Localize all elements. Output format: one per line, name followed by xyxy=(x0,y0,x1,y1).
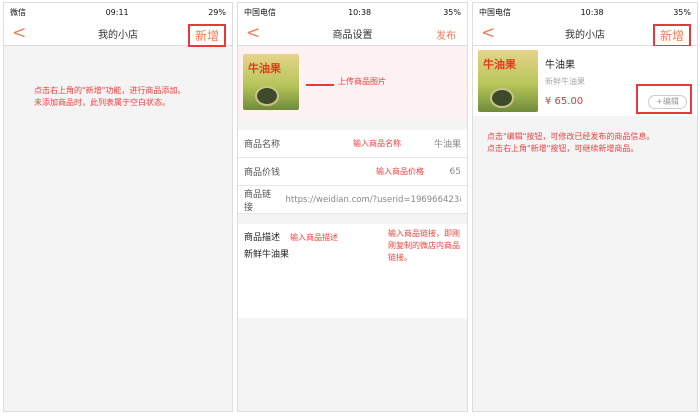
battery: 35% xyxy=(673,7,691,17)
carrier: 微信 xyxy=(10,7,26,17)
status-bar: 微信 09:11 29% xyxy=(4,3,232,21)
back-icon[interactable]: < xyxy=(12,24,26,42)
page-title: 我的小店 xyxy=(565,29,605,41)
note-line: 未添加商品时，此列表属于空白状态。 xyxy=(34,98,170,107)
product-name: 牛油果 xyxy=(545,60,575,71)
time: 09:11 xyxy=(105,7,129,17)
nav-bar: < 我的小店 新增 xyxy=(473,21,697,47)
screen-empty-shop: 微信 09:11 29% < 我的小店 新增 点击右上角的"新增"功能，进行商品添加… xyxy=(3,2,233,412)
link-row[interactable]: 商品链接 https://weidian.com/?userid=19696642… xyxy=(238,186,467,214)
time: 10:38 xyxy=(348,7,372,17)
nav-bar: < 商品设置 发布 xyxy=(238,21,467,46)
desc-note: 输入商品描述 xyxy=(290,233,338,242)
upload-note: 上传商品图片 xyxy=(338,77,386,86)
back-icon[interactable]: < xyxy=(246,24,260,42)
link-input[interactable]: https://weidian.com/?userid=196966423&..… xyxy=(286,195,461,205)
screen-shop-list: 中国电信 10:38 35% < 我的小店 新增 牛油果 牛油果 新鲜牛油果 ¥ 6… xyxy=(472,2,698,412)
add-button[interactable]: 新增 xyxy=(187,24,226,47)
instruction-note: 点击"编辑"按钮，可修改已经发布的商品信息。 点击右上角"新增"按钮，可继续新增… xyxy=(487,131,654,155)
row-note: 输入商品价格 xyxy=(376,166,424,176)
battery: 29% xyxy=(208,7,226,17)
product-desc: 新鲜牛油果 xyxy=(545,77,585,86)
note-line: 点击右上角的"新增"功能，进行商品添加。 xyxy=(34,86,186,95)
image-label: 牛油果 xyxy=(483,58,516,71)
carrier: 中国电信 xyxy=(244,7,276,17)
nav-bar: < 我的小店 新增 xyxy=(4,21,232,47)
row-note: 输入商品名称 xyxy=(353,138,401,148)
carrier: 中国电信 xyxy=(479,7,511,17)
name-input[interactable]: 牛油果 xyxy=(434,137,461,150)
row-label: 商品链接 xyxy=(244,189,272,213)
status-bar: 中国电信 10:38 35% xyxy=(238,3,467,21)
note-line: 点击"编辑"按钮，可修改已经发布的商品信息。 xyxy=(487,132,655,141)
screen-product-settings: 中国电信 10:38 35% < 商品设置 发布 牛油果 上传商品图片 商品名称 输入… xyxy=(237,2,468,412)
row-label: 商品名称 xyxy=(244,140,281,150)
publish-button[interactable]: 发布 xyxy=(431,26,461,43)
back-icon[interactable]: < xyxy=(481,24,495,42)
product-price: ¥ 65.00 xyxy=(545,96,584,107)
time: 10:38 xyxy=(580,7,604,17)
page-title: 商品设置 xyxy=(332,29,373,41)
battery: 35% xyxy=(443,7,461,17)
product-item[interactable]: 牛油果 牛油果 新鲜牛油果 ¥ 65.00 +编辑 xyxy=(473,46,697,116)
image-label: 牛油果 xyxy=(248,62,281,75)
instruction-note: 点击右上角的"新增"功能，进行商品添加。 未添加商品时，此列表属于空白状态。 xyxy=(34,85,185,109)
image-upload-area[interactable]: 牛油果 上传商品图片 xyxy=(238,46,467,118)
name-row[interactable]: 商品名称 输入商品名称 牛油果 xyxy=(238,130,467,158)
product-image[interactable]: 牛油果 xyxy=(243,54,299,110)
row-label: 商品价钱 xyxy=(244,168,281,178)
arrow-icon xyxy=(306,84,334,86)
price-row[interactable]: 商品价钱 输入商品价格 65 xyxy=(238,158,467,186)
product-image: 牛油果 xyxy=(478,50,538,112)
price-input[interactable]: 65 xyxy=(450,167,461,177)
note-line: 点击右上角"新增"按钮，可继续新增商品。 xyxy=(487,144,639,153)
edit-button[interactable]: +编辑 xyxy=(648,95,687,109)
page-title: 我的小店 xyxy=(98,29,138,41)
edit-highlight: +编辑 xyxy=(636,84,692,114)
add-button[interactable]: 新增 xyxy=(652,24,691,47)
link-note: 输入商品链接，即刚刚复制的微店内商品链接。 xyxy=(388,229,460,262)
status-bar: 中国电信 10:38 35% xyxy=(473,3,697,21)
description-area[interactable]: 商品描述 新鲜牛油果 输入商品描述 输入商品链接，即刚刚复制的微店内商品链接。 xyxy=(238,224,467,318)
